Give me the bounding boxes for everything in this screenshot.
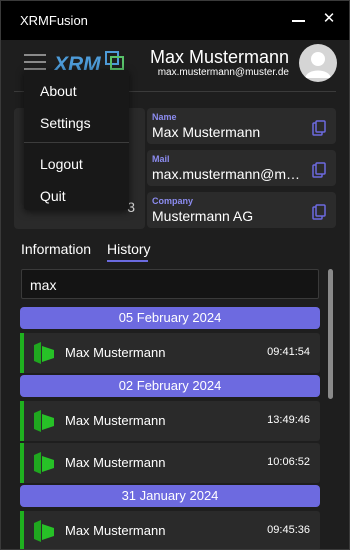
- user-email: max.mustermann@muster.de: [157, 67, 289, 78]
- hamburger-menu-icon[interactable]: [24, 54, 46, 70]
- date-header: 05 February 2024: [20, 307, 320, 329]
- date-header: 31 January 2024: [20, 485, 320, 507]
- dynamics-icon: [34, 520, 54, 542]
- window-title: XRMFusion: [20, 13, 88, 28]
- history-entry[interactable]: Max Mustermann 10:06:52: [20, 443, 320, 483]
- entry-marker: [20, 511, 24, 550]
- mail-label: Mail: [152, 154, 170, 164]
- menu-item-about[interactable]: About: [40, 83, 77, 99]
- entry-name: Max Mustermann: [65, 455, 166, 470]
- mail-field: Mail max.mustermann@muster.de: [147, 150, 336, 186]
- entry-name: Max Mustermann: [65, 345, 166, 360]
- user-name: Max Mustermann: [149, 47, 289, 67]
- date-header: 02 February 2024: [20, 375, 320, 397]
- company-label: Company: [152, 196, 194, 206]
- name-value: Max Mustermann: [152, 124, 261, 140]
- scrollbar[interactable]: [328, 269, 333, 399]
- hamburger-dropdown-menu: About Settings Logout Quit: [24, 70, 129, 210]
- copy-icon[interactable]: [312, 120, 326, 136]
- entry-marker: [20, 443, 24, 483]
- tab-history[interactable]: History: [107, 241, 151, 257]
- name-field: Name Max Mustermann: [147, 108, 336, 144]
- history-entry[interactable]: Max Mustermann 09:45:36: [20, 511, 320, 550]
- entry-time: 13:49:46: [267, 414, 310, 426]
- dynamics-icon: [34, 410, 54, 432]
- history-list: 05 February 2024 Max Mustermann 09:41:54…: [20, 306, 320, 550]
- copy-icon[interactable]: [312, 162, 326, 178]
- copy-icon[interactable]: [312, 204, 326, 220]
- dynamics-icon: [34, 452, 54, 474]
- menu-item-logout[interactable]: Logout: [40, 156, 83, 172]
- company-field: Company Mustermann AG: [147, 192, 336, 228]
- entry-name: Max Mustermann: [65, 523, 166, 538]
- menu-separator: [24, 142, 129, 143]
- name-label: Name: [152, 112, 177, 122]
- search-input[interactable]: [30, 276, 300, 293]
- tab-information[interactable]: Information: [21, 241, 91, 257]
- history-entry[interactable]: Max Mustermann 09:41:54: [20, 333, 320, 373]
- dynamics-icon: [34, 342, 54, 364]
- search-box[interactable]: [21, 269, 319, 299]
- mail-value: max.mustermann@muster.de: [152, 166, 302, 182]
- active-tab-indicator: [107, 260, 148, 262]
- menu-item-settings[interactable]: Settings: [40, 115, 91, 131]
- entry-name: Max Mustermann: [65, 413, 166, 428]
- title-bar: XRMFusion ✕: [0, 0, 350, 40]
- entry-time: 10:06:52: [267, 456, 310, 468]
- history-entry[interactable]: Max Mustermann 13:49:46: [20, 401, 320, 441]
- close-button[interactable]: ✕: [322, 10, 336, 28]
- entry-marker: [20, 401, 24, 441]
- entry-marker: [20, 333, 24, 373]
- menu-item-quit[interactable]: Quit: [40, 188, 66, 204]
- user-avatar-icon[interactable]: [299, 44, 337, 82]
- entry-time: 09:45:36: [267, 524, 310, 536]
- minimize-button[interactable]: [291, 8, 307, 30]
- company-value: Mustermann AG: [152, 208, 254, 224]
- entry-time: 09:41:54: [267, 346, 310, 358]
